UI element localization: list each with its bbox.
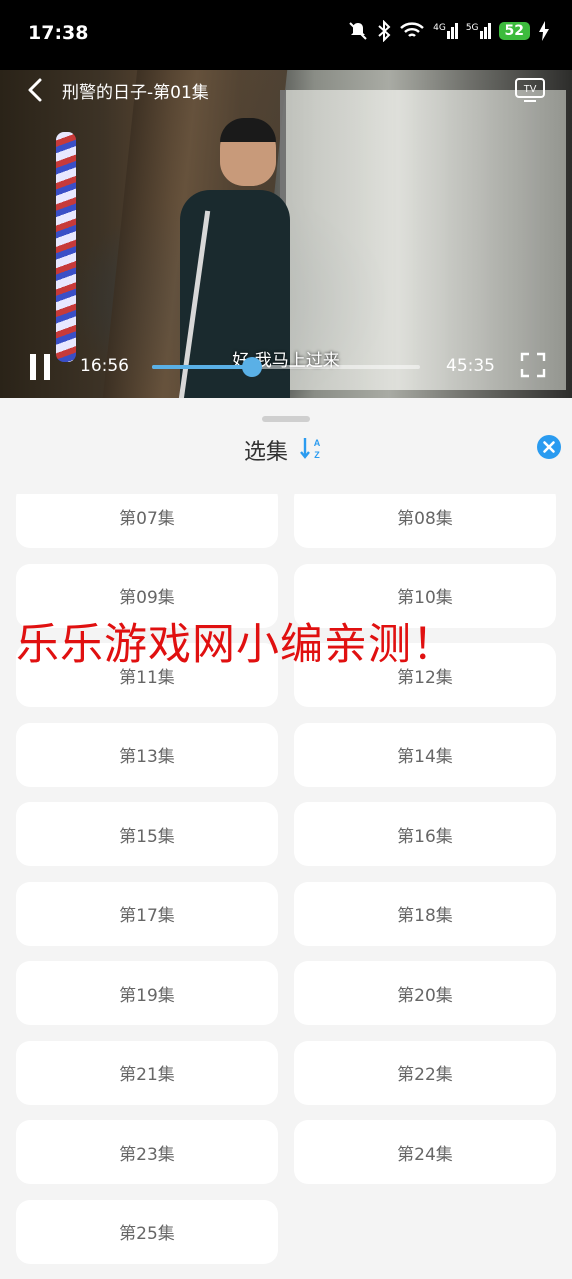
- episode-button[interactable]: 第16集: [294, 802, 556, 866]
- battery-indicator: 52: [498, 22, 530, 40]
- total-time: 45:35: [446, 356, 495, 376]
- charging-icon: [539, 21, 549, 41]
- status-time: 17:38: [28, 22, 89, 44]
- video-title: 刑警的日子-第01集: [62, 83, 209, 103]
- episode-button[interactable]: 第25集: [16, 1199, 278, 1264]
- panel-title: 选集: [244, 440, 289, 465]
- back-icon[interactable]: [22, 76, 50, 104]
- episode-button[interactable]: 第20集: [294, 961, 556, 1025]
- svg-text:Z: Z: [314, 450, 320, 460]
- progress-thumb[interactable]: [241, 357, 262, 377]
- episode-button[interactable]: 第18集: [294, 881, 556, 946]
- player-top-bar: 刑警的日子-第01集 TV: [0, 70, 572, 110]
- episode-button[interactable]: 第21集: [16, 1040, 278, 1105]
- wifi-icon: [400, 22, 424, 37]
- status-icons: 4G 5G 52: [347, 20, 550, 42]
- episode-button[interactable]: 第08集: [294, 494, 556, 548]
- episode-button[interactable]: 第07集: [16, 494, 278, 548]
- svg-text:TV: TV: [524, 84, 537, 95]
- episode-button[interactable]: 第22集: [294, 1040, 556, 1105]
- episode-button[interactable]: 第14集: [294, 722, 556, 787]
- close-icon[interactable]: [536, 434, 562, 460]
- progress-bar[interactable]: [152, 357, 420, 377]
- tv-icon[interactable]: TV: [514, 75, 546, 103]
- signal-5g-icon: 5G: [466, 23, 491, 39]
- episode-button[interactable]: 第13集: [16, 722, 278, 787]
- watermark-text: 乐乐游戏网小编亲测！: [16, 620, 456, 670]
- fullscreen-icon[interactable]: [520, 352, 546, 378]
- episode-button[interactable]: 第23集: [16, 1120, 278, 1184]
- mute-icon: [349, 22, 367, 40]
- status-bar: 17:38 4G 5G 52: [0, 0, 572, 70]
- episode-button[interactable]: 第17集: [16, 881, 278, 946]
- current-time: 16:56: [80, 356, 129, 376]
- episode-button[interactable]: 第15集: [16, 802, 278, 866]
- progress-fill: [152, 365, 252, 369]
- pause-icon[interactable]: [28, 354, 52, 380]
- player-controls: 16:56 45:35: [0, 350, 572, 390]
- sort-az-icon[interactable]: A Z: [300, 434, 324, 462]
- episode-panel: 选集 A Z 第07集 第08集 第09集 第10集 第11集 第12集 第13集 第14集第…: [0, 398, 572, 1279]
- barber-pole: [56, 132, 76, 362]
- bluetooth-icon: [378, 20, 391, 42]
- phone-booth: [280, 90, 566, 390]
- video-player[interactable]: 刑警的日子-第01集 TV 好,我马上过来 16:56 45:35: [0, 70, 572, 398]
- drag-handle[interactable]: [262, 416, 310, 422]
- svg-text:A: A: [314, 438, 321, 448]
- episode-button[interactable]: 第19集: [16, 961, 278, 1025]
- signal-4g-icon: 4G: [433, 23, 458, 39]
- episode-button[interactable]: 第24集: [294, 1120, 556, 1184]
